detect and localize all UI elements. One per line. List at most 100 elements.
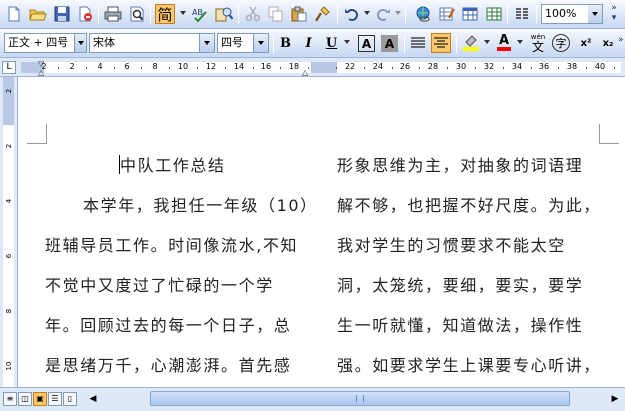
character-border-button[interactable]: A bbox=[358, 35, 375, 52]
save-icon[interactable] bbox=[52, 4, 72, 24]
toolbar2-options-icon[interactable]: » bbox=[618, 35, 624, 45]
paste-icon[interactable] bbox=[289, 4, 309, 24]
left-line-3: 不觉中又度过了忙碌的一个学 bbox=[45, 276, 274, 295]
ruler-tick bbox=[114, 67, 115, 69]
right-line-1: 解不够，也把握不好尺度。为此， bbox=[337, 196, 602, 215]
phonetic-label: 文 bbox=[531, 39, 544, 54]
new-icon[interactable] bbox=[4, 4, 24, 24]
enclose-characters-button[interactable]: 字 bbox=[552, 34, 570, 52]
chinese-conversion-button[interactable]: 简 bbox=[155, 4, 175, 24]
toolbar-options-icon[interactable]: » ▾ bbox=[607, 3, 621, 25]
ruler-number: 32 bbox=[483, 62, 495, 71]
style-dropdown-icon[interactable] bbox=[75, 33, 87, 53]
ruler-tick bbox=[197, 67, 198, 69]
doc-title: 中队工作总结 bbox=[120, 156, 226, 175]
undo-icon[interactable] bbox=[342, 4, 362, 24]
research-icon[interactable] bbox=[214, 4, 234, 24]
zoom-dropdown-icon[interactable] bbox=[588, 4, 603, 24]
print-icon[interactable] bbox=[103, 4, 123, 24]
document-page[interactable]: 中队工作总结 本学年，我担任一年级（10） 班辅导员工作。时间像流水,不知 不觉… bbox=[19, 78, 625, 387]
ruler-number: 24 bbox=[372, 62, 384, 71]
reading-layout-view-icon[interactable]: ▯ bbox=[63, 392, 77, 406]
horizontal-scrollbar-area: ≡ ◫ ▣ ☰ ▯ ◀ ▶ bbox=[0, 387, 625, 411]
ruler-tick bbox=[392, 67, 393, 69]
insert-excel-icon[interactable] bbox=[484, 4, 504, 24]
print-preview-icon[interactable] bbox=[127, 4, 147, 24]
tables-borders-icon[interactable] bbox=[437, 4, 457, 24]
align-center-icon[interactable] bbox=[431, 33, 451, 53]
character-shading-button[interactable]: A bbox=[381, 35, 398, 52]
web-layout-view-icon[interactable]: ◫ bbox=[18, 392, 32, 406]
ruler-number: 30 bbox=[455, 62, 467, 71]
insert-table-icon[interactable] bbox=[460, 4, 480, 24]
style-combo[interactable]: 正文 + 四号 bbox=[4, 33, 75, 53]
italic-button[interactable]: I bbox=[299, 34, 318, 53]
underline-dropdown-icon[interactable] bbox=[344, 40, 350, 44]
zoom-combo[interactable]: 100% bbox=[541, 4, 589, 24]
subscript-button[interactable]: x₂ bbox=[598, 33, 618, 53]
outline-view-icon[interactable]: ☰ bbox=[48, 392, 62, 406]
font-value: 宋体 bbox=[93, 36, 115, 49]
hyperlink-icon[interactable] bbox=[413, 4, 433, 24]
highlight-icon[interactable] bbox=[461, 33, 481, 53]
ruler-tick bbox=[558, 67, 559, 69]
redo-dropdown-icon[interactable] bbox=[395, 11, 401, 15]
font-dropdown-icon[interactable] bbox=[200, 33, 215, 53]
phonetic-guide-button[interactable]: wén 文 bbox=[527, 33, 549, 53]
horizontal-scroll-thumb[interactable] bbox=[150, 391, 570, 406]
ruler-number: 34 bbox=[511, 62, 523, 71]
font-size-combo[interactable]: 四号 bbox=[217, 33, 254, 53]
ruler-tick bbox=[531, 67, 532, 69]
format-painter-icon[interactable] bbox=[313, 4, 333, 24]
ruler-number: 12 bbox=[205, 62, 217, 71]
vertical-ruler-number: 2 bbox=[5, 88, 13, 94]
svg-text:AB: AB bbox=[192, 8, 203, 17]
normal-view-icon[interactable]: ≡ bbox=[3, 392, 17, 406]
ruler-tick bbox=[614, 67, 615, 69]
ruler-number: 8 bbox=[152, 62, 158, 71]
font-size-dropdown-icon[interactable] bbox=[254, 33, 269, 53]
cut-icon[interactable] bbox=[243, 4, 263, 24]
copy-icon[interactable] bbox=[266, 4, 286, 24]
ruler-number: 22 bbox=[344, 62, 356, 71]
right-line-0: 形象思维为主，对抽象的词语理 bbox=[337, 156, 584, 175]
bold-button[interactable]: B bbox=[276, 34, 295, 53]
right-indent-icon[interactable]: △ bbox=[302, 68, 308, 77]
ruler-number: 10 bbox=[177, 62, 189, 71]
ruler-number: 14 bbox=[233, 62, 245, 71]
hanging-indent-icon[interactable]: △ bbox=[38, 68, 44, 77]
chinese-conversion-dropdown-icon[interactable] bbox=[180, 11, 186, 15]
ruler-number: 38 bbox=[566, 62, 578, 71]
ruler-tick bbox=[169, 67, 170, 69]
scroll-left-icon[interactable]: ◀ bbox=[86, 392, 100, 406]
left-column: 中队工作总结 本学年，我担任一年级（10） 班辅导员工作。时间像流水,不知 不觉… bbox=[45, 150, 316, 387]
ruler-number: 4 bbox=[97, 62, 103, 71]
ruler-number: 26 bbox=[399, 62, 411, 71]
columns-icon[interactable] bbox=[512, 4, 532, 24]
crop-mark-top-left bbox=[27, 124, 47, 144]
print-layout-view-icon[interactable]: ▣ bbox=[33, 392, 47, 406]
vertical-ruler-number: 8 bbox=[5, 308, 13, 314]
right-column: 形象思维为主，对抽象的词语理 解不够，也把握不好尺度。为此， 我对学生的习惯要求… bbox=[337, 150, 625, 387]
font-color-icon[interactable]: A bbox=[494, 33, 514, 53]
horizontal-ruler[interactable]: L 2 2 4 6 8 10 12 14 16 18 22 24 26 28 30 32 34 36 38 40 ▽ … bbox=[0, 58, 625, 77]
undo-dropdown-icon[interactable] bbox=[364, 11, 370, 15]
ruler-number: 36 bbox=[538, 62, 550, 71]
right-line-5: 强。如要求学生上课要专心听讲， bbox=[337, 356, 602, 375]
ruler-number: 28 bbox=[427, 62, 439, 71]
scroll-right-icon[interactable]: ▶ bbox=[608, 392, 622, 406]
highlight-dropdown-icon[interactable] bbox=[484, 40, 490, 44]
vertical-ruler[interactable]: 2 2 4 6 8 10 bbox=[0, 77, 18, 387]
align-justify-icon[interactable] bbox=[408, 33, 428, 53]
font-color-dropdown-icon[interactable] bbox=[517, 40, 523, 44]
superscript-button[interactable]: x² bbox=[576, 33, 596, 53]
first-line-indent-icon[interactable]: ▽ bbox=[38, 59, 44, 68]
ruler-number: 18 bbox=[288, 62, 300, 71]
open-icon[interactable] bbox=[28, 4, 48, 24]
underline-button[interactable]: U bbox=[322, 34, 341, 53]
font-combo[interactable]: 宋体 bbox=[89, 33, 200, 53]
tab-selector[interactable]: L bbox=[2, 61, 16, 74]
redo-icon[interactable] bbox=[373, 4, 393, 24]
permission-icon[interactable] bbox=[75, 4, 95, 24]
spelling-icon[interactable]: AB bbox=[190, 4, 210, 24]
